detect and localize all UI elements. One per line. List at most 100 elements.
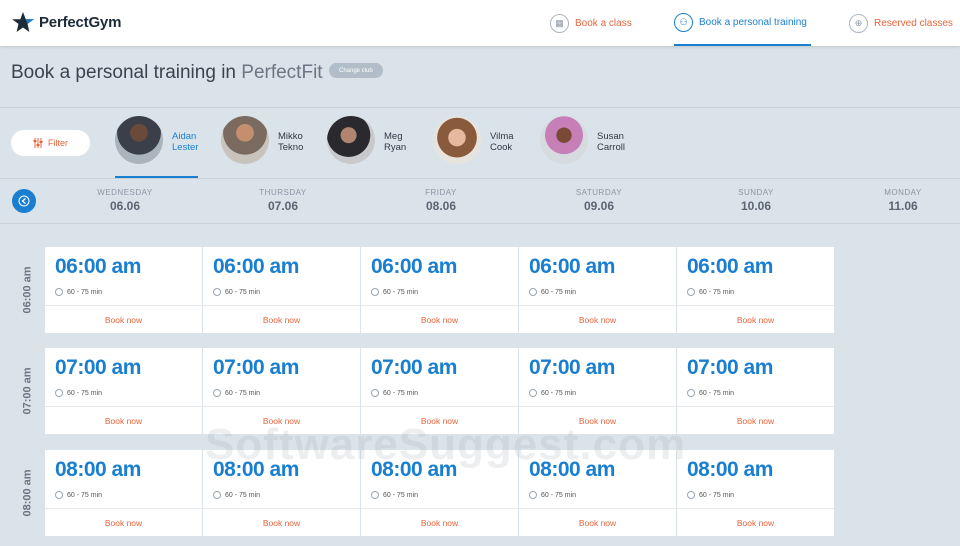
- book-now-button[interactable]: Book now: [677, 406, 834, 434]
- trainer-first-name: Mikko: [278, 131, 303, 142]
- trainer-susan-carroll[interactable]: Susan Carroll: [540, 116, 637, 178]
- row-time-label-text: 08:00 am: [22, 469, 34, 517]
- book-now-button[interactable]: Book now: [203, 508, 360, 536]
- slot-card: 08:00 am 60 - 75 min Book now: [519, 450, 676, 536]
- day-column-header: MONDAY 11.06: [848, 188, 958, 213]
- previous-week-button[interactable]: [12, 189, 36, 213]
- slot-time: 08:00 am: [55, 458, 141, 481]
- slot-duration: 60 - 75 min: [55, 389, 102, 397]
- slot-card: 06:00 am 60 - 75 min Book now: [361, 247, 518, 333]
- book-now-button[interactable]: Book now: [45, 508, 202, 536]
- nav-book-a-class-label: Book a class: [575, 17, 632, 29]
- nav-reserved-classes[interactable]: ⊕ Reserved classes: [849, 0, 953, 46]
- row-time-label-text: 06:00 am: [22, 266, 34, 314]
- trainer-first-name: Meg: [384, 131, 403, 142]
- trainer-avatar: [221, 116, 269, 164]
- slot-duration: 60 - 75 min: [529, 491, 576, 499]
- slot-card: 06:00 am 60 - 75 min Book now: [519, 247, 676, 333]
- slot-duration-text: 60 - 75 min: [383, 288, 419, 296]
- trainer-last-name: Cook: [490, 142, 513, 153]
- slot-duration-text: 60 - 75 min: [67, 491, 103, 499]
- slot-time: 06:00 am: [371, 255, 457, 278]
- trainer-last-name: Lester: [172, 142, 199, 153]
- clock-icon: [371, 389, 379, 397]
- row-time-label: 07:00 am: [8, 348, 48, 434]
- slot-time: 08:00 am: [371, 458, 457, 481]
- clock-icon: [371, 491, 379, 499]
- trainer-last-name: Carroll: [597, 142, 625, 153]
- trainer-avatar: [115, 116, 163, 164]
- row-time-label-text: 07:00 am: [22, 367, 34, 415]
- day-column-header: SATURDAY 09.06: [534, 188, 664, 213]
- day-name: SUNDAY: [738, 188, 774, 197]
- clock-icon: [529, 389, 537, 397]
- day-column-header: SUNDAY 10.06: [691, 188, 821, 213]
- clock-icon: [55, 288, 63, 296]
- trainer-name: Mikko Tekno: [278, 131, 318, 153]
- trainer-aidan-lester[interactable]: Aidan Lester: [115, 116, 198, 178]
- slot-time: 06:00 am: [687, 255, 773, 278]
- nav-book-a-class[interactable]: ▦ Book a class: [550, 0, 632, 46]
- trainer-selector: Filter Aidan Lester Mikko Tekno Meg Ryan…: [0, 108, 960, 178]
- slot-duration-text: 60 - 75 min: [541, 491, 577, 499]
- clock-icon: [213, 389, 221, 397]
- change-club-button[interactable]: Change club: [329, 63, 383, 78]
- slot-duration: 60 - 75 min: [529, 389, 576, 397]
- days-header: WEDNESDAY 06.06 THURSDAY 07.06 FRIDAY 08…: [0, 179, 960, 223]
- arrow-left-icon: [18, 195, 30, 207]
- book-now-button[interactable]: Book now: [677, 508, 834, 536]
- slot-duration-text: 60 - 75 min: [699, 491, 735, 499]
- day-column-header: THURSDAY 07.06: [218, 188, 348, 213]
- slot-duration-text: 60 - 75 min: [67, 389, 103, 397]
- trainer-meg-ryan[interactable]: Meg Ryan: [327, 116, 424, 178]
- nav-book-personal-training[interactable]: ⚇ Book a personal training: [674, 0, 811, 46]
- book-now-button[interactable]: Book now: [203, 305, 360, 333]
- club-name: PerfectFit: [241, 62, 323, 83]
- slot-duration-text: 60 - 75 min: [383, 389, 419, 397]
- slot-card: 07:00 am 60 - 75 min Book now: [519, 348, 676, 434]
- slot-time: 06:00 am: [55, 255, 141, 278]
- clock-icon: [687, 288, 695, 296]
- day-date: 06.06: [109, 199, 141, 213]
- book-now-button[interactable]: Book now: [361, 508, 518, 536]
- slot-duration: 60 - 75 min: [687, 288, 734, 296]
- slot-card: 06:00 am 60 - 75 min Book now: [45, 247, 202, 333]
- slot-card: 08:00 am 60 - 75 min Book now: [45, 450, 202, 536]
- brand-logo[interactable]: PerfectGym: [12, 12, 121, 32]
- trainer-name: Meg Ryan: [384, 131, 424, 153]
- book-now-button[interactable]: Book now: [519, 406, 676, 434]
- star-logo-icon: [12, 12, 34, 32]
- clock-icon: [55, 389, 63, 397]
- day-date: 08.06: [425, 199, 457, 213]
- brand-name: PerfectGym: [39, 13, 122, 31]
- slot-row: 07:00 am 60 - 75 min Book now 07:00 am 60 - …: [45, 348, 834, 434]
- book-now-button[interactable]: Book now: [203, 406, 360, 434]
- slot-time: 08:00 am: [213, 458, 299, 481]
- slot-duration-text: 60 - 75 min: [699, 389, 735, 397]
- trainer-vilma-cook[interactable]: Vilma Cook: [433, 116, 530, 178]
- slot-duration: 60 - 75 min: [529, 288, 576, 296]
- slot-card: 07:00 am 60 - 75 min Book now: [361, 348, 518, 434]
- filter-button[interactable]: Filter: [11, 130, 90, 156]
- clock-icon: [55, 491, 63, 499]
- trainer-avatar: [433, 116, 481, 164]
- book-now-button[interactable]: Book now: [361, 305, 518, 333]
- trainer-avatar: [327, 116, 375, 164]
- book-now-button[interactable]: Book now: [361, 406, 518, 434]
- slot-duration-text: 60 - 75 min: [383, 491, 419, 499]
- nav-reserved-classes-label: Reserved classes: [874, 17, 953, 29]
- book-now-button[interactable]: Book now: [519, 508, 676, 536]
- slot-duration: 60 - 75 min: [213, 491, 260, 499]
- book-now-button[interactable]: Book now: [519, 305, 676, 333]
- clock-icon: [213, 288, 221, 296]
- slot-time: 07:00 am: [529, 356, 615, 379]
- filter-label: Filter: [48, 138, 68, 148]
- book-now-button[interactable]: Book now: [677, 305, 834, 333]
- slot-time: 07:00 am: [687, 356, 773, 379]
- book-now-button[interactable]: Book now: [45, 305, 202, 333]
- slot-card: 06:00 am 60 - 75 min Book now: [203, 247, 360, 333]
- book-now-button[interactable]: Book now: [45, 406, 202, 434]
- trainer-mikko-tekno[interactable]: Mikko Tekno: [221, 116, 318, 178]
- slot-card: 08:00 am 60 - 75 min Book now: [203, 450, 360, 536]
- slot-card: 07:00 am 60 - 75 min Book now: [45, 348, 202, 434]
